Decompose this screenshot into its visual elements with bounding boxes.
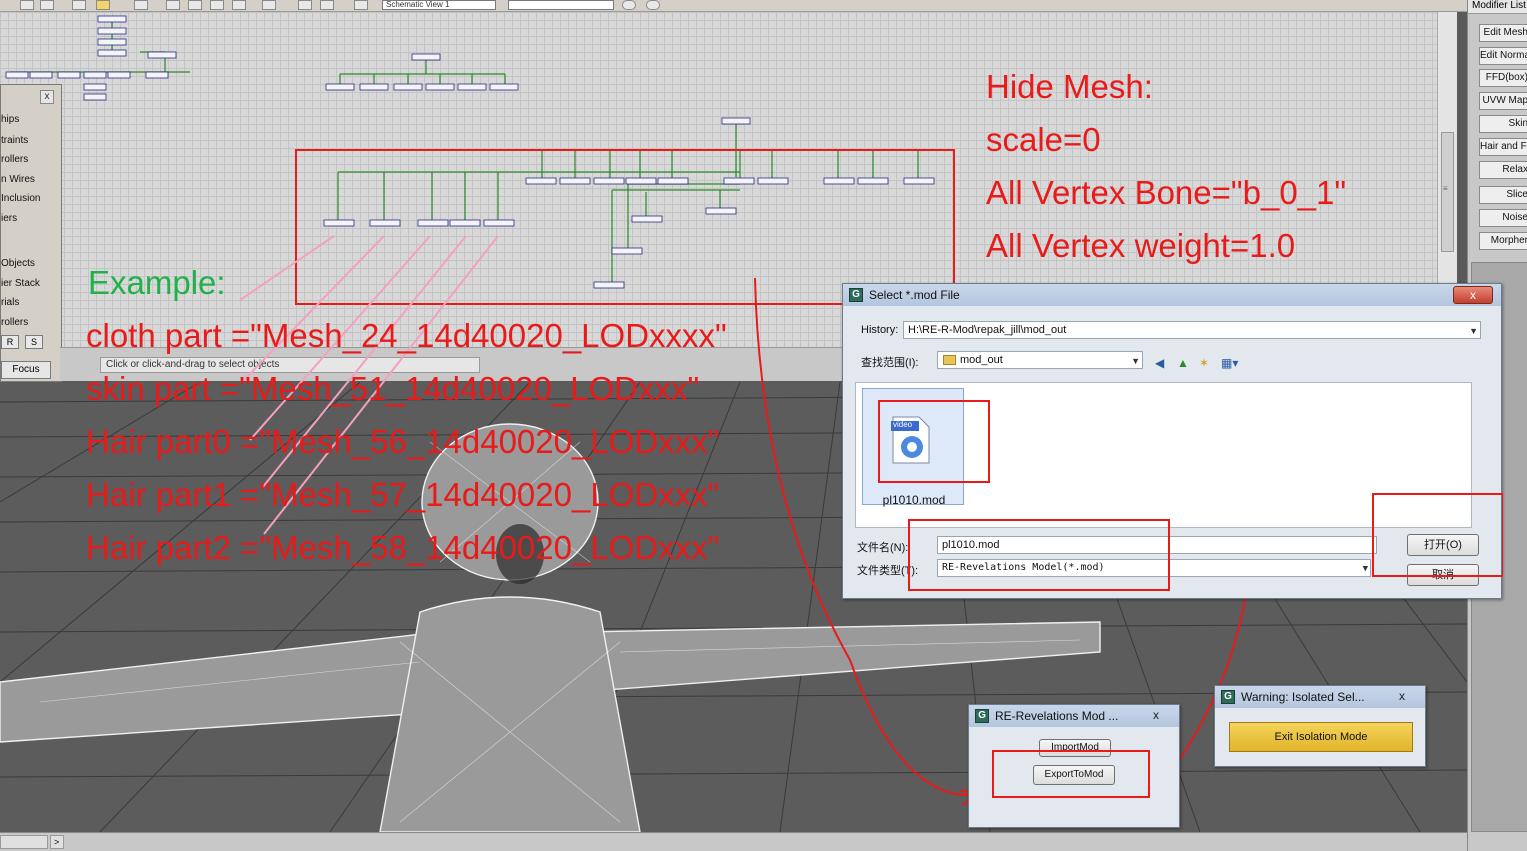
toolbar-button[interactable] [40, 0, 54, 10]
panel-item[interactable]: n Wires [1, 174, 35, 185]
toolbar-button[interactable] [646, 0, 660, 10]
schematic-display-panel: x hips traints rollers n Wires Inclusion… [0, 84, 62, 382]
annotation-example: Example: [88, 264, 226, 301]
modifier-button[interactable]: Skin [1479, 115, 1527, 133]
panel-close-button[interactable]: x [40, 90, 54, 104]
viewport-status-bar: > [0, 832, 1527, 851]
re-revelations-mod-dialog: G RE-Revelations Mod ... x ImportMod Exp… [968, 704, 1180, 828]
toolbar-button[interactable] [72, 0, 86, 10]
panel-item[interactable]: rollers [1, 154, 28, 165]
modifier-button[interactable]: Slice [1479, 186, 1527, 204]
modifier-button[interactable]: Relax [1479, 161, 1527, 179]
toolbar-button[interactable] [262, 0, 276, 10]
grip-icon: ≡ [1443, 184, 1448, 193]
modifier-button[interactable]: UVW Map [1479, 92, 1527, 110]
toolbar-button[interactable] [298, 0, 312, 10]
select-mod-file-dialog: G Select *.mod File x History: H:\RE-R-M… [842, 283, 1503, 599]
export-highlight [992, 750, 1150, 798]
panel-item[interactable]: hips [1, 114, 19, 125]
annotation-vertex-weight: All Vertex weight=1.0 [986, 227, 1296, 264]
dialog-close-button[interactable]: x [1391, 688, 1413, 706]
toolbar-button[interactable] [96, 0, 110, 10]
toolbar-button[interactable] [354, 0, 368, 10]
toolbar-button[interactable] [320, 0, 334, 10]
annotation-scale: scale=0 [986, 121, 1101, 158]
max-workspace: Schematic View 1 ≡ x hips traints roller… [0, 0, 1527, 851]
r-button[interactable]: R [1, 335, 19, 349]
schematic-view-combo[interactable]: Schematic View 1 [382, 0, 496, 10]
annotation-hair0: Hair part0 ="Mesh_56_14d40020_LODxxx" [86, 423, 720, 460]
toolbar-button[interactable] [20, 0, 34, 10]
panel-item[interactable]: rials [1, 297, 19, 308]
annotation-hair1: Hair part1 ="Mesh_57_14d40020_LODxxx" [86, 476, 720, 513]
isolation-warning-dialog: G Warning: Isolated Sel... x Exit Isolat… [1214, 685, 1426, 767]
annotation-skin: skin part ="Mesh_51_14d40020_LODxxx" [86, 370, 700, 407]
status-cell[interactable]: > [50, 835, 64, 849]
modifier-button[interactable]: Morpher [1479, 232, 1527, 250]
annotation-cloth: cloth part ="Mesh_24_14d40020_LODxxxx" [86, 317, 727, 354]
named-selection-combo[interactable] [508, 0, 614, 10]
toolbar-button[interactable] [622, 0, 636, 10]
focus-button[interactable]: Focus [1, 361, 51, 379]
panel-item[interactable]: ier Stack [1, 278, 40, 289]
toolbar-button[interactable] [210, 0, 224, 10]
s-button[interactable]: S [25, 335, 43, 349]
toolbar-button[interactable] [166, 0, 180, 10]
schematic-toolbar: Schematic View 1 [0, 0, 1467, 12]
annotation-hair2: Hair part2 ="Mesh_58_14d40020_LODxxx" [86, 529, 720, 566]
status-cell [0, 835, 48, 849]
annotation-hide-mesh: Hide Mesh: [986, 68, 1153, 105]
modifier-button[interactable]: Noise [1479, 209, 1527, 227]
toolbar-button[interactable] [134, 0, 148, 10]
panel-item[interactable]: Inclusion [1, 193, 40, 204]
panel-item[interactable]: iers [1, 213, 17, 224]
exit-isolation-mode-button[interactable]: Exit Isolation Mode [1229, 722, 1413, 752]
panel-item[interactable]: rollers [1, 317, 28, 328]
modifier-list-combo[interactable]: Modifier List [1468, 0, 1527, 14]
dialog-title-text: Warning: Isolated Sel... [1241, 690, 1365, 704]
modifier-button[interactable]: Edit Mesh [1479, 24, 1527, 42]
annotation-vertex-bone: All Vertex Bone="b_0_1" [986, 174, 1347, 211]
modifier-button[interactable]: FFD(box) [1479, 69, 1527, 87]
modifier-button[interactable]: Hair and Fur [1479, 138, 1527, 156]
panel-item[interactable]: traints [1, 135, 28, 146]
panel-item[interactable]: Objects [1, 258, 35, 269]
dialog-highlight-overlay [878, 400, 1503, 591]
app-icon: G [1221, 690, 1235, 704]
toolbar-button[interactable] [232, 0, 246, 10]
toolbar-button[interactable] [188, 0, 202, 10]
modifier-button[interactable]: Edit Normals [1479, 47, 1527, 65]
